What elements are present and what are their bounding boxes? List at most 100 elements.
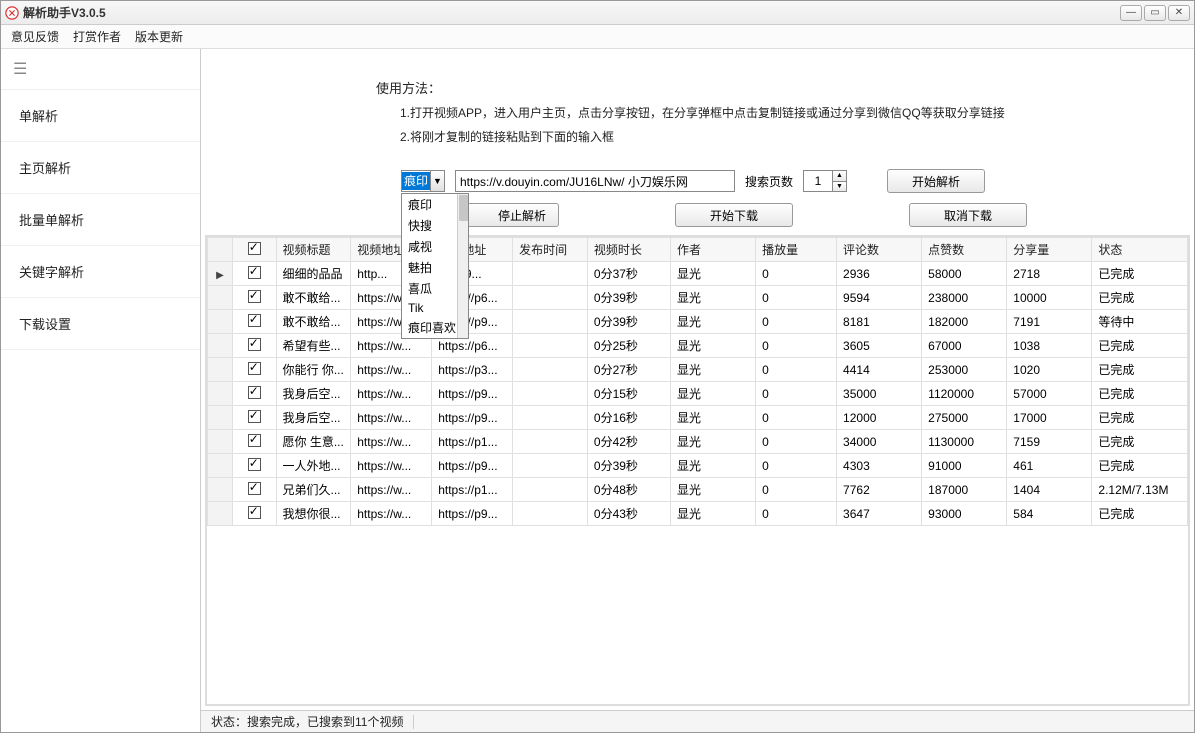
col-shares[interactable]: 分享量 [1007,238,1092,262]
start-download-button[interactable]: 开始下载 [675,203,793,227]
col-status[interactable]: 状态 [1092,238,1188,262]
sidebar-item-download-settings[interactable]: 下载设置 [1,298,200,350]
row-checkbox[interactable] [248,386,261,399]
header-checkbox[interactable] [248,242,261,255]
minimize-button[interactable]: — [1120,5,1142,21]
cell-comments: 7762 [837,478,922,502]
cell-plays: 0 [756,430,837,454]
statusbar: 状态：搜索完成，已搜索到11个视频 [201,710,1194,732]
cell-publish-time [513,382,588,406]
menu-update[interactable]: 版本更新 [135,28,183,45]
cell-video-addr: https://w... [351,430,432,454]
col-comments[interactable]: 评论数 [837,238,922,262]
table-row[interactable]: 我身后空...https://w...https://p9...0分15秒显光0… [208,382,1188,406]
start-parse-button[interactable]: 开始解析 [887,169,985,193]
row-checkbox[interactable] [248,338,261,351]
status-text: 搜索完成，已搜索到11个视频 [247,715,403,729]
col-duration[interactable]: 视频时长 [587,238,670,262]
spinner-up-icon[interactable]: ▲ [833,171,846,182]
cell-shares: 461 [1007,454,1092,478]
close-button[interactable]: ✕ [1168,5,1190,21]
row-checkbox[interactable] [248,434,261,447]
window-title: 解析助手V3.0.5 [23,4,106,21]
row-checkbox[interactable] [248,314,261,327]
url-input[interactable] [455,170,735,192]
table-row[interactable]: 敢不敢给...https://w...https://p6...0分39秒显光0… [208,286,1188,310]
col-rowheader[interactable] [208,238,233,262]
table-row[interactable]: 兄弟们久...https://w...https://p1...0分48秒显光0… [208,478,1188,502]
table-row[interactable]: 愿你 生意...https://w...https://p1...0分42秒显光… [208,430,1188,454]
cell-video-addr: https://w... [351,358,432,382]
menu-feedback[interactable]: 意见反馈 [11,28,59,45]
row-checkbox-cell[interactable] [232,454,276,478]
row-checkbox-cell[interactable] [232,310,276,334]
row-checkbox-cell[interactable] [232,358,276,382]
spinner-down-icon[interactable]: ▼ [833,182,846,192]
row-checkbox-cell[interactable] [232,406,276,430]
col-publish-time[interactable]: 发布时间 [513,238,588,262]
cell-author: 显光 [670,262,755,286]
row-checkbox[interactable] [248,458,261,471]
table-header-row: 视频标题 视频地址 封面地址 发布时间 视频时长 作者 播放量 评论数 点赞数 … [208,238,1188,262]
status-prefix: 状态： [211,715,247,729]
cell-cover-addr: https://p9... [432,382,513,406]
chevron-down-icon[interactable]: ▼ [430,171,444,191]
row-checkbox[interactable] [248,482,261,495]
cancel-download-button[interactable]: 取消下载 [909,203,1027,227]
cell-comments: 12000 [837,406,922,430]
row-checkbox-cell[interactable] [232,334,276,358]
maximize-button[interactable]: ▭ [1144,5,1166,21]
cell-author: 显光 [670,334,755,358]
row-checkbox[interactable] [248,410,261,423]
table-row[interactable]: 一人外地...https://w...https://p9...0分39秒显光0… [208,454,1188,478]
row-checkbox-cell[interactable] [232,502,276,526]
search-pages-spinner[interactable]: ▲▼ [803,170,847,192]
cell-duration: 0分27秒 [587,358,670,382]
row-header [208,502,233,526]
sidebar-item-homepage-parse[interactable]: 主页解析 [1,142,200,194]
cell-title: 敢不敢给... [276,286,351,310]
data-grid: 视频标题 视频地址 封面地址 发布时间 视频时长 作者 播放量 评论数 点赞数 … [205,235,1190,706]
table-row[interactable]: 我想你很...https://w...https://p9...0分43秒显光0… [208,502,1188,526]
sidebar-item-single-parse[interactable]: 单解析 [1,90,200,142]
col-plays[interactable]: 播放量 [756,238,837,262]
row-checkbox[interactable] [248,266,261,279]
cell-plays: 0 [756,406,837,430]
cell-comments: 35000 [837,382,922,406]
row-checkbox-cell[interactable] [232,382,276,406]
table-row[interactable]: 希望有些...https://w...https://p6...0分25秒显光0… [208,334,1188,358]
cell-title: 我身后空... [276,406,351,430]
search-pages-value[interactable] [804,171,832,191]
cell-plays: 0 [756,454,837,478]
table-row[interactable]: 我身后空...https://w...https://p9...0分16秒显光0… [208,406,1188,430]
table-row[interactable]: 敢不敢给...https://w...https://p9...0分39秒显光0… [208,310,1188,334]
col-author[interactable]: 作者 [670,238,755,262]
cell-likes: 67000 [922,334,1007,358]
row-checkbox-cell[interactable] [232,262,276,286]
table-row[interactable]: 你能行 你...https://w...https://p3...0分27秒显光… [208,358,1188,382]
menu-donate[interactable]: 打赏作者 [73,28,121,45]
cell-status: 已完成 [1092,430,1188,454]
dropdown-scrollbar[interactable] [457,194,468,338]
cell-likes: 58000 [922,262,1007,286]
source-combobox[interactable]: 痕印 ▼ 痕印 快搜 咸视 魅拍 喜瓜 Tik 痕印喜欢 [401,170,445,192]
cell-comments: 9594 [837,286,922,310]
sidebar-item-keyword-parse[interactable]: 关键字解析 [1,246,200,298]
row-checkbox-cell[interactable] [232,430,276,454]
row-checkbox-cell[interactable] [232,286,276,310]
col-checkbox[interactable] [232,238,276,262]
cell-title: 我想你很... [276,502,351,526]
sidebar-item-batch-parse[interactable]: 批量单解析 [1,194,200,246]
hamburger-icon[interactable]: ☰ [1,49,200,90]
row-header [208,286,233,310]
row-checkbox-cell[interactable] [232,478,276,502]
cell-status: 等待中 [1092,310,1188,334]
row-checkbox[interactable] [248,362,261,375]
col-title[interactable]: 视频标题 [276,238,351,262]
cell-author: 显光 [670,286,755,310]
row-checkbox[interactable] [248,506,261,519]
col-likes[interactable]: 点赞数 [922,238,1007,262]
row-checkbox[interactable] [248,290,261,303]
table-row[interactable]: ▶细细的品品http......://p9...0分37秒显光029365800… [208,262,1188,286]
cell-publish-time [513,358,588,382]
